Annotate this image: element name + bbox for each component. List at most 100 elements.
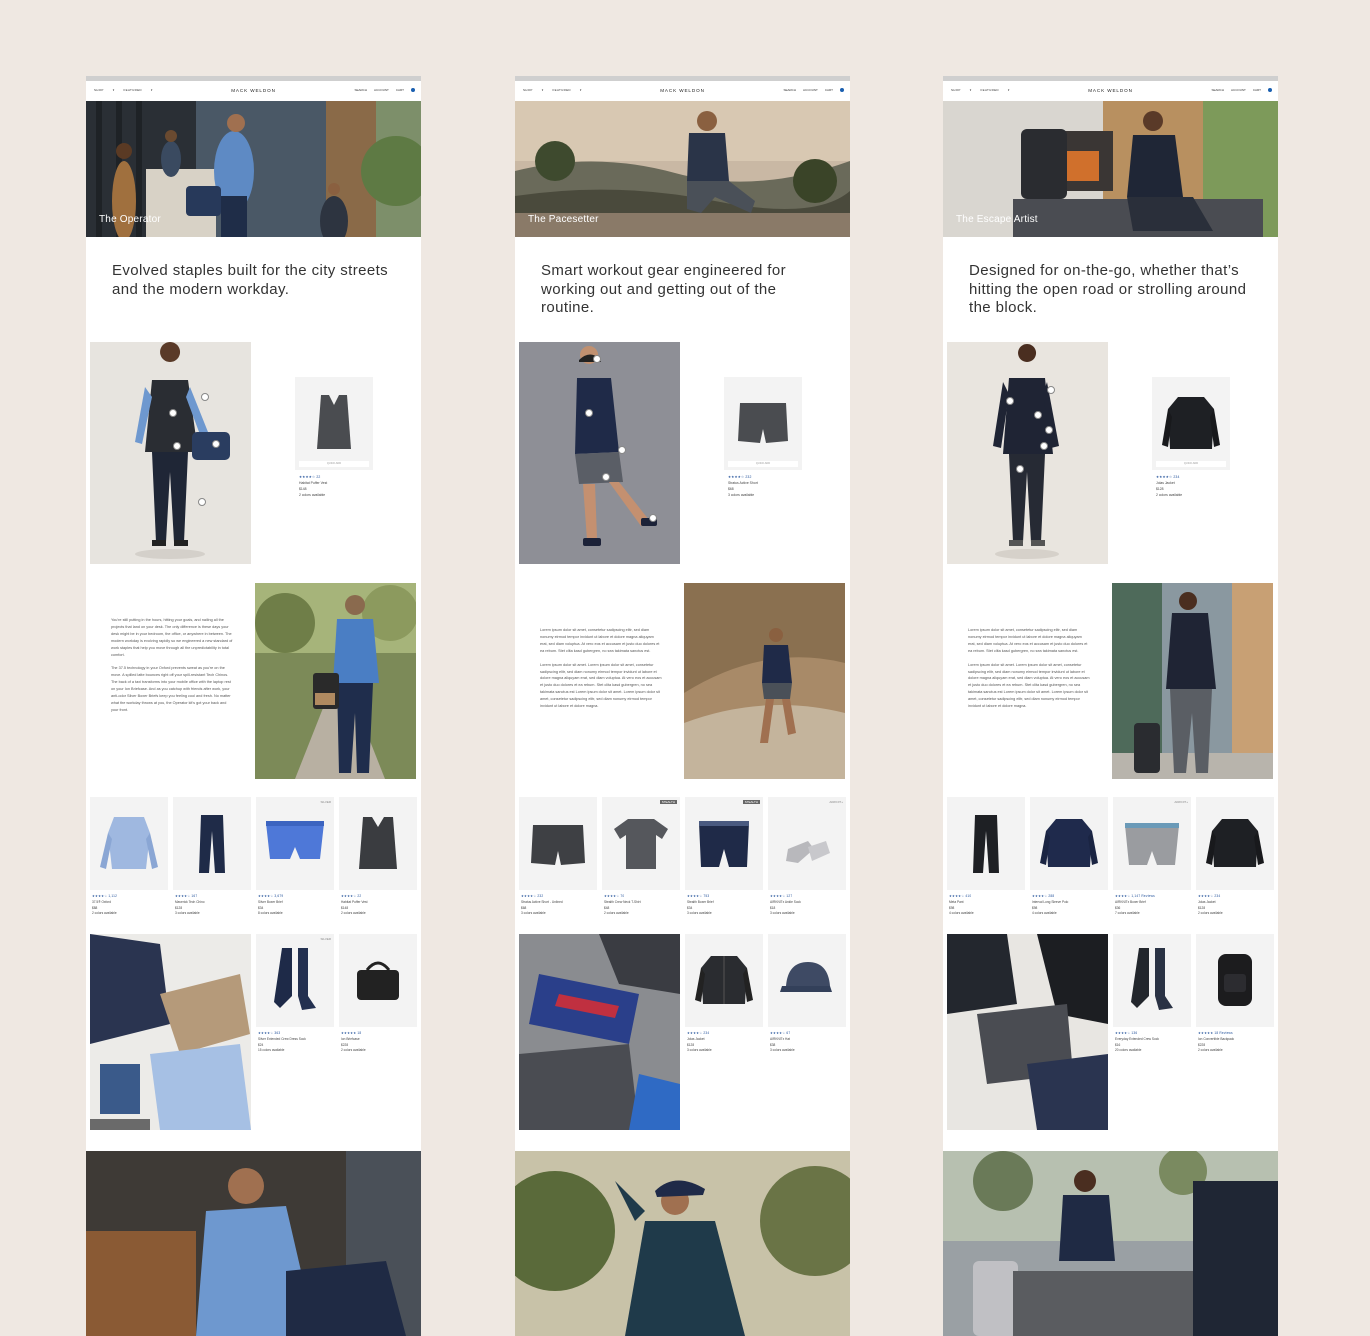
search-link[interactable]: SEARCH (355, 88, 368, 92)
product-card[interactable]: SILVER ★★★★☆ 3,679 Silver Boxer Brief $34 8… (256, 797, 334, 917)
product-colors: 2 colors available (1156, 493, 1183, 497)
product-hotspot[interactable] (1040, 442, 1048, 450)
product-colors: 8 colors available (258, 911, 283, 916)
product-colors: 3 colors available (770, 911, 795, 916)
story-text: Lorem ipsum dolor sit amet, consetetur s… (968, 627, 1090, 717)
product-colors: 3 colors available (175, 911, 200, 916)
product-colors: 2 colors available (92, 911, 117, 916)
flatlay-image (519, 934, 680, 1130)
product-colors: 3 colors available (687, 1048, 712, 1053)
product-card[interactable]: STEALTH ★★★★☆ 70 Stealth Crew Neck T-Shir… (602, 797, 680, 917)
product-colors: 2 colors available (1198, 911, 1223, 916)
product-hotspot[interactable] (212, 440, 220, 448)
product-colors: 15 colors available (258, 1048, 285, 1053)
product-hotspot[interactable] (201, 393, 209, 401)
story-paragraph: You're still putting in the hours, hitti… (111, 618, 233, 657)
product-card[interactable]: ★★★★☆ 232 Stratus Active Short - Unlined $… (519, 797, 597, 917)
account-link[interactable]: ACCOUNT (374, 88, 389, 92)
product-hotspot[interactable] (1047, 386, 1055, 394)
product-colors: 4 colors available (1032, 911, 1057, 916)
cart-link[interactable]: CART (825, 88, 833, 92)
product-hotspot[interactable] (1045, 426, 1053, 434)
product-card[interactable]: AIRKNIT+ ★★★★☆ 1,147 Reviews AIRKNITx Box… (1113, 797, 1191, 917)
cart-badge (1268, 88, 1272, 92)
quick-add-button[interactable]: QUICK ADD (1156, 461, 1226, 467)
featured-product-info: ★★★★☆ 232 Stratus Active Short $68 3 col… (728, 474, 818, 498)
product-colors: 4 colors available (949, 911, 974, 916)
product-colors: 2 colors available (341, 1048, 366, 1053)
product-grid: ★★★★☆ 410 Meta Pant $98 4 colors available … (947, 797, 1274, 917)
page-escape-artist: SHOP ▾ FEATURED ▾ MACK WELDON SEARCH ACCOUNT… (943, 76, 1278, 1336)
search-link[interactable]: SEARCH (1212, 88, 1225, 92)
product-tag: AIRKNIT+ (1174, 800, 1188, 804)
product-card[interactable]: ★★★★☆ 1,112 37.5® Oxford $88 2 colors avail… (90, 797, 168, 917)
product-card[interactable]: ★★★★☆ 234 Jolas Jacket $128 3 colors availa… (685, 934, 763, 1054)
product-colors: 20 colors available (1115, 1048, 1142, 1053)
site-nav: SHOP ▾ FEATURED ▾ MACK WELDON SEARCH ACCOUNT… (943, 81, 1278, 101)
featured-product-card[interactable]: QUICK ADD (295, 377, 373, 470)
cart-badge (411, 88, 415, 92)
page-pacesetter: SHOP ▾ FEATURED ▾ MACK WELDON SEARCH ACCOUNT… (515, 76, 850, 1336)
model-shot (90, 342, 251, 564)
product-card[interactable]: AIRKNIT+ ★★★★☆ 127 AIRKNITx Ankle Sock $18… (768, 797, 846, 917)
bottom-lifestyle-image (943, 1151, 1278, 1336)
product-colors: 3 colors available (521, 911, 546, 916)
account-link[interactable]: ACCOUNT (1231, 88, 1246, 92)
product-card[interactable]: SILVER ★★★★☆ 363 Silver Extended Crew Dre… (256, 934, 334, 1054)
story-paragraph: Lorem ipsum dolor sit amet. Lorem ipsum … (968, 662, 1090, 709)
product-hotspot[interactable] (1016, 465, 1024, 473)
cart-link[interactable]: CART (396, 88, 404, 92)
product-hotspot[interactable] (1034, 411, 1042, 419)
story-paragraph: Lorem ipsum dolor sit amet, consetetur s… (540, 628, 660, 653)
model-shot (519, 342, 680, 564)
product-grid: ★★★★☆ 1,112 37.5® Oxford $88 2 colors avail… (90, 797, 417, 917)
featured-product-info: ★★★★☆ 22 Habitat Puffer Vest $148 2 colo… (299, 474, 389, 498)
product-card[interactable]: ★★★★☆ 167 Maverick Tech Chino $128 3 colors… (173, 797, 251, 917)
product-colors: 3 colors available (687, 911, 712, 916)
flatlay-image (90, 934, 251, 1130)
quick-add-button[interactable]: QUICK ADD (728, 461, 798, 467)
product-card[interactable]: ★★★★☆ 234 Jolas Jacket $128 2 colors availa… (1196, 797, 1274, 917)
site-nav: SHOP ▾ FEATURED ▾ MACK WELDON SEARCH ACCOUNT… (86, 81, 421, 101)
product-colors: 3 colors available (770, 1048, 795, 1053)
product-hotspot[interactable] (198, 498, 206, 506)
story-paragraph: Lorem ipsum dolor sit amet, consetetur s… (968, 628, 1088, 653)
product-card[interactable]: ★★★★★ 18 Ion Briefcase $228 2 colors availa… (339, 934, 417, 1054)
product-card[interactable]: ★★★★★ 18 Reviews Ion Convertible Backpack… (1196, 934, 1274, 1054)
featured-product-card[interactable]: QUICK ADD (1152, 377, 1230, 470)
product-colors: 3 colors available (728, 493, 755, 497)
search-link[interactable]: SEARCH (784, 88, 797, 92)
product-hotspot[interactable] (173, 442, 181, 450)
product-colors: 2 colors available (604, 911, 629, 916)
product-card[interactable]: ★★★★☆ 288 Interval Long Sleeve Polo $98 4 c… (1030, 797, 1108, 917)
product-card[interactable]: ★★★★☆ 67 AIRKNITx Hat $38 3 colors availabl… (768, 934, 846, 1054)
product-hotspot[interactable] (585, 409, 593, 417)
product-hotspot[interactable] (169, 409, 177, 417)
product-hotspot[interactable] (1006, 397, 1014, 405)
featured-product-card[interactable]: QUICK ADD (724, 377, 802, 470)
lifestyle-image (684, 583, 845, 779)
product-hotspot[interactable] (618, 446, 626, 454)
quick-add-button[interactable]: QUICK ADD (299, 461, 369, 467)
story-text: You're still putting in the hours, hitti… (111, 617, 233, 721)
account-link[interactable]: ACCOUNT (803, 88, 818, 92)
cart-badge (840, 88, 844, 92)
product-colors: 2 colors available (341, 911, 366, 916)
product-hotspot[interactable] (602, 473, 610, 481)
product-hotspot[interactable] (649, 514, 657, 522)
hero-caption: The Operator (99, 214, 161, 225)
product-grid: ★★★★☆ 234 Jolas Jacket $128 3 colors availa… (685, 934, 846, 1054)
collection-headline: Evolved staples built for the city stree… (112, 262, 389, 298)
hero-caption: The Escape Artist (956, 214, 1038, 225)
product-tag: SILVER (320, 937, 331, 941)
product-card[interactable]: ★★★★☆ 410 Meta Pant $98 4 colors available (947, 797, 1025, 917)
product-tag: STEALTH (659, 800, 677, 804)
cart-link[interactable]: CART (1253, 88, 1261, 92)
product-card[interactable]: ★★★★☆ 136 Everyday Extended Crew Sock $16 2… (1113, 934, 1191, 1054)
product-card[interactable]: ★★★★☆ 22 Habitat Puffer Vest $148 2 colors … (339, 797, 417, 917)
collection-headline: Smart workout gear engineered for workin… (541, 262, 786, 316)
model-shot (947, 342, 1108, 564)
featured-product-info: ★★★★☆ 234 Jolas Jacket $128 2 colors ava… (1156, 474, 1246, 498)
product-hotspot[interactable] (593, 355, 601, 363)
product-card[interactable]: STEALTH ★★★★☆ 753 Stealth Boxer Brief $34 3… (685, 797, 763, 917)
